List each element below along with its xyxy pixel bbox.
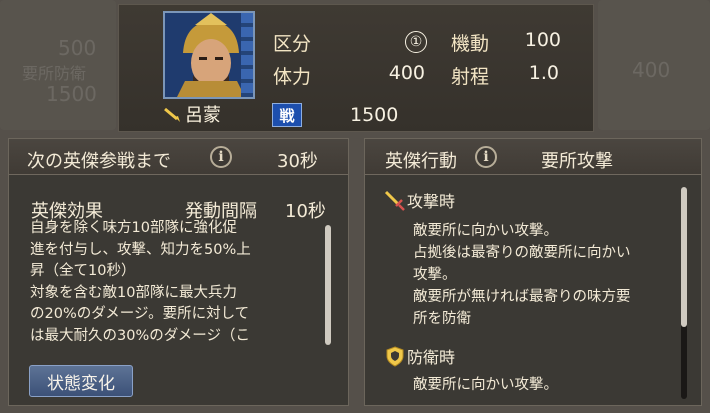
sword-icon xyxy=(384,190,405,211)
hero-action-body: 攻撃時 敵要所に向かい攻撃。 占拠後は最寄りの敵要所に向かい 攻撃。 敵要所が無… xyxy=(383,188,673,396)
defense-trigger: 防衛時 xyxy=(383,344,673,368)
war-badge: 戦 xyxy=(272,103,302,127)
troop-count: 1500 xyxy=(350,104,399,126)
status-change-button[interactable]: 状態変化 xyxy=(29,365,133,397)
general-portrait[interactable] xyxy=(163,11,255,99)
info-icon[interactable]: i xyxy=(475,146,497,168)
attack-line: 敵要所に向かい攻撃。 xyxy=(413,223,558,239)
next-hero-header: 次の英傑参戦まで i 30秒 xyxy=(9,139,348,175)
unit-name: 呂蒙 xyxy=(185,105,221,126)
attack-line: 占拠後は最寄りの敵要所に向かい xyxy=(413,245,631,261)
hp-label: 体力 xyxy=(273,66,312,88)
effect-line: 進を付与し、攻撃、知力を50%上 xyxy=(30,241,251,258)
effect-line: は最大耐久の30%のダメージ（こ xyxy=(30,327,251,344)
effect-line: 自身を除く味方10部隊に強化促 xyxy=(30,220,237,236)
portrait-flap xyxy=(241,13,253,97)
mobility-value: 100 xyxy=(524,29,561,51)
backdrop-num: 1500 xyxy=(46,82,97,106)
attack-desc: 敵要所に向かい攻撃。 占拠後は最寄りの敵要所に向かい 攻撃。 敵要所が無ければ最… xyxy=(383,220,673,330)
category-label: 区分 xyxy=(273,33,312,55)
effect-line: の20%のダメージ。要所に対して xyxy=(30,306,250,322)
mobility-label: 機動 xyxy=(451,33,490,55)
info-icon[interactable]: i xyxy=(210,146,232,168)
hero-action-label: 英傑行動 xyxy=(385,151,457,172)
attack-trigger: 攻撃時 xyxy=(383,188,673,212)
range-value: 1.0 xyxy=(528,62,559,84)
shield-icon xyxy=(386,346,404,367)
effect-line: 昇（全て10秒） xyxy=(30,263,136,279)
next-hero-label: 次の英傑参戦まで xyxy=(27,151,171,172)
hero-effect-text: 自身を除く味方10部隊に強化促 進を付与し、攻撃、知力を50%上 昇（全て10秒… xyxy=(30,218,330,347)
hero-action-header: 英傑行動 i 要所攻撃 xyxy=(365,139,701,175)
range-label: 射程 xyxy=(451,66,490,88)
attack-line: 所を防衛 xyxy=(413,311,471,327)
backdrop-label: 要所防衛 xyxy=(22,64,87,83)
category-value: ① xyxy=(397,29,427,53)
unit-card: 呂蒙 戦 1500 区分 ① 機動 100 体力 400 射程 1.0 xyxy=(118,4,594,132)
hp-value: 400 xyxy=(388,62,425,84)
backdrop-num: 400 xyxy=(632,58,671,82)
defense-trigger-label: 防衛時 xyxy=(407,348,456,367)
defense-desc: 敵要所に向かい攻撃。 xyxy=(383,374,673,396)
defense-line: 敵要所に向かい攻撃。 xyxy=(413,377,558,393)
attack-line: 攻撃。 xyxy=(413,267,457,283)
backdrop-num: 500 xyxy=(58,36,97,60)
action-scrollbar[interactable] xyxy=(681,187,687,327)
next-hero-time: 30秒 xyxy=(277,151,318,172)
unit-name-row: 呂蒙 xyxy=(163,101,221,127)
hero-action-value: 要所攻撃 xyxy=(541,151,613,172)
effect-line: 対象を含む敵10部隊に最大兵力 xyxy=(30,284,237,301)
spear-icon xyxy=(164,107,180,122)
attack-line: 敵要所が無ければ最寄りの味方要 xyxy=(413,289,631,305)
attack-trigger-label: 攻撃時 xyxy=(407,192,456,211)
